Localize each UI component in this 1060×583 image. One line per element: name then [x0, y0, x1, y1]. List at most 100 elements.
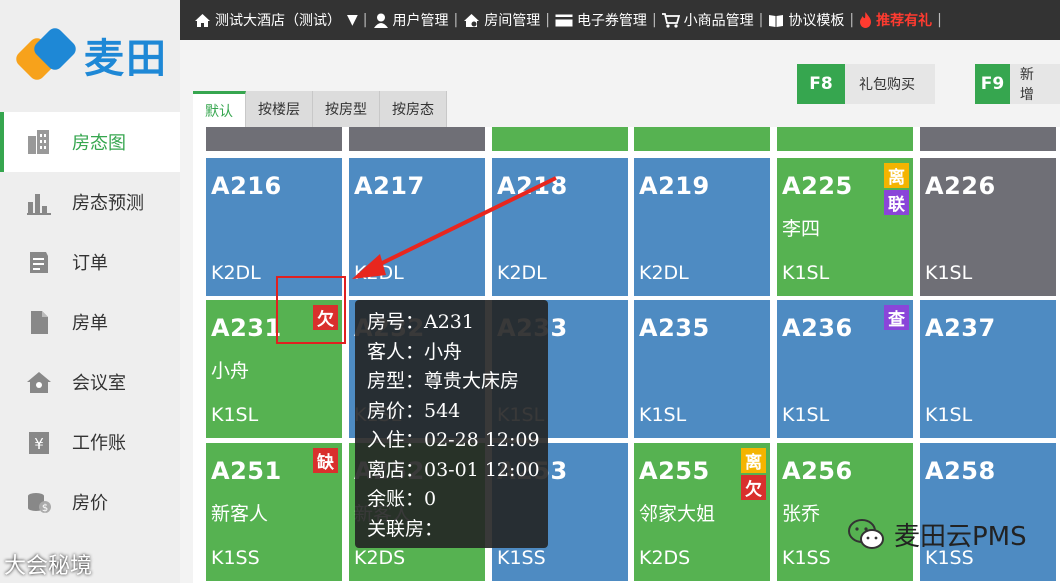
card-icon: [555, 14, 573, 26]
room-type-code: K1SL: [782, 262, 830, 284]
room-tooltip: 房号：A231 客人：小舟 房型：尊贵大床房 房价：544 入住：02-28 1…: [355, 300, 548, 548]
room-type-code: K1SS: [497, 547, 546, 569]
status-badge: 联: [884, 190, 909, 215]
room-type-code: K1SL: [639, 404, 687, 426]
fire-icon: [860, 12, 872, 28]
room-card[interactable]: A225 李四 K1SL 离联: [777, 158, 913, 296]
guest-name: 新客人: [211, 503, 269, 525]
hotel-name: 测试大酒店（测试）: [215, 13, 341, 29]
status-badge: 离: [884, 163, 909, 188]
room-number: A236: [782, 314, 853, 342]
separator: |: [362, 12, 368, 28]
sidebar-item-room-status[interactable]: 房态图: [0, 112, 180, 172]
room-number: A237: [925, 314, 996, 342]
room-type-code: K1SL: [925, 262, 973, 284]
room-card[interactable]: A256 张乔 K1SS: [777, 443, 913, 581]
view-tabs: 默认 按楼层 按房型 按房态: [193, 91, 447, 127]
room-card[interactable]: A235 K1SL: [634, 300, 770, 438]
room-number: A256: [782, 457, 853, 485]
sidebar-item-orders[interactable]: 订单: [0, 232, 180, 292]
room-card[interactable]: A258 K1SS: [920, 443, 1056, 581]
button-label: 礼包购买: [845, 64, 935, 104]
room-type-code: K1SS: [782, 547, 831, 569]
room-management-link[interactable]: 房间管理: [463, 10, 540, 30]
tooltip-balance: 余账：0: [367, 488, 437, 510]
room-card[interactable]: K2DL: [920, 127, 1056, 151]
book-icon: [769, 14, 784, 27]
hotkey-label: F9: [975, 64, 1010, 104]
house-gear-icon: [464, 13, 480, 27]
agreement-template-link[interactable]: 协议模板: [768, 10, 844, 30]
tab-default[interactable]: 默认: [193, 91, 246, 127]
logo-mark-icon: [12, 24, 80, 84]
room-card[interactable]: K2DL: [492, 127, 628, 151]
sidebar-item-work-ledger[interactable]: ¥ 工作账: [0, 412, 180, 472]
room-card[interactable]: A237 K1SL: [920, 300, 1056, 438]
room-number: A255: [639, 457, 710, 485]
tab-by-floor[interactable]: 按楼层: [246, 91, 313, 127]
separator: |: [849, 12, 855, 28]
user-management-link[interactable]: 用户管理: [373, 10, 449, 30]
status-badge: 欠: [741, 475, 766, 500]
svg-text:¥: ¥: [34, 435, 44, 453]
status-badge: 查: [884, 305, 909, 330]
room-number: A218: [497, 172, 568, 200]
room-card[interactable]: K1SU: [206, 127, 342, 151]
sidebar-item-room-bills[interactable]: 房单: [0, 292, 180, 352]
room-number: A225: [782, 172, 853, 200]
cart-icon: [661, 12, 680, 28]
add-new-button[interactable]: F9 新增: [975, 64, 1060, 104]
guest-name: 邻家大姐: [639, 503, 716, 525]
room-card[interactable]: A255 邻家大姐 K2DS 离欠: [634, 443, 770, 581]
nav-label: 房间管理: [484, 13, 541, 29]
e-coupon-management-link[interactable]: 电子券管理: [555, 10, 647, 30]
room-number: A226: [925, 172, 996, 200]
nav-label: 用户管理: [392, 13, 449, 29]
room-number: A235: [639, 314, 710, 342]
room-card[interactable]: A226 K1SL: [920, 158, 1056, 296]
wechat-icon: [848, 518, 884, 549]
brand-logo[interactable]: 麦田: [0, 0, 180, 110]
room-card[interactable]: A236 K1SL 查: [777, 300, 913, 438]
room-card[interactable]: K2DL: [777, 127, 913, 151]
sidebar: 麦田 房态图 房态预测 订单 房单 会议室 ¥ 工作账 $ 房价: [0, 0, 180, 583]
meeting-icon: [24, 367, 54, 397]
guest-name: 李四: [782, 218, 821, 240]
hotkey-label: F8: [797, 64, 845, 104]
room-card[interactable]: K2DL: [349, 127, 485, 151]
status-badge: 离: [741, 448, 766, 473]
tab-by-room-type[interactable]: 按房型: [313, 91, 380, 127]
room-type-code: K1SL: [211, 404, 259, 426]
tab-by-room-status[interactable]: 按房态: [380, 91, 447, 127]
room-type-code: K1SU: [211, 127, 256, 129]
room-card[interactable]: A218 K2DL: [492, 158, 628, 296]
separator: |: [937, 12, 942, 28]
room-type-code: K2DL: [354, 262, 404, 284]
tooltip-check-in: 入住：02-28 12:09: [367, 429, 540, 451]
referral-reward-link[interactable]: 推荐有礼: [859, 10, 932, 30]
tooltip-room-number: 房号：A231: [367, 311, 474, 333]
room-type-code: K2DL: [782, 127, 827, 129]
gift-package-button[interactable]: F8 礼包购买: [797, 64, 935, 104]
tooltip-room-price: 房价：544: [367, 399, 461, 422]
room-card[interactable]: A219 K2DL: [634, 158, 770, 296]
coin-stack-icon: $: [24, 487, 54, 517]
sidebar-item-room-forecast[interactable]: 房态预测: [0, 172, 180, 232]
room-card[interactable]: K2DL: [634, 127, 770, 151]
room-card[interactable]: A217 K2DL: [349, 158, 485, 296]
sidebar-item-label: 工作账: [72, 433, 126, 454]
document-icon: [24, 307, 54, 337]
separator: |: [758, 12, 764, 28]
sidebar-item-meeting-room[interactable]: 会议室: [0, 352, 180, 412]
sidebar-item-label: 房单: [72, 313, 108, 334]
user-icon: [373, 13, 388, 28]
sidebar-item-room-price[interactable]: $ 房价: [0, 472, 180, 532]
goods-management-link[interactable]: 小商品管理: [661, 10, 754, 30]
room-type-code: K2DL: [925, 127, 970, 129]
nav-label: 协议模板: [788, 13, 845, 29]
room-card[interactable]: A251 新客人 K1SS 缺: [206, 443, 342, 581]
room-type-code: K1SS: [211, 547, 260, 569]
room-status-grid: K1SU K2DL K2DL K2DL K2DL K2DL A216 K2DL A217 K2DL…: [193, 127, 1060, 583]
room-type-code: K1SL: [925, 404, 973, 426]
hotel-selector[interactable]: 测试大酒店（测试） ▼: [194, 10, 358, 30]
